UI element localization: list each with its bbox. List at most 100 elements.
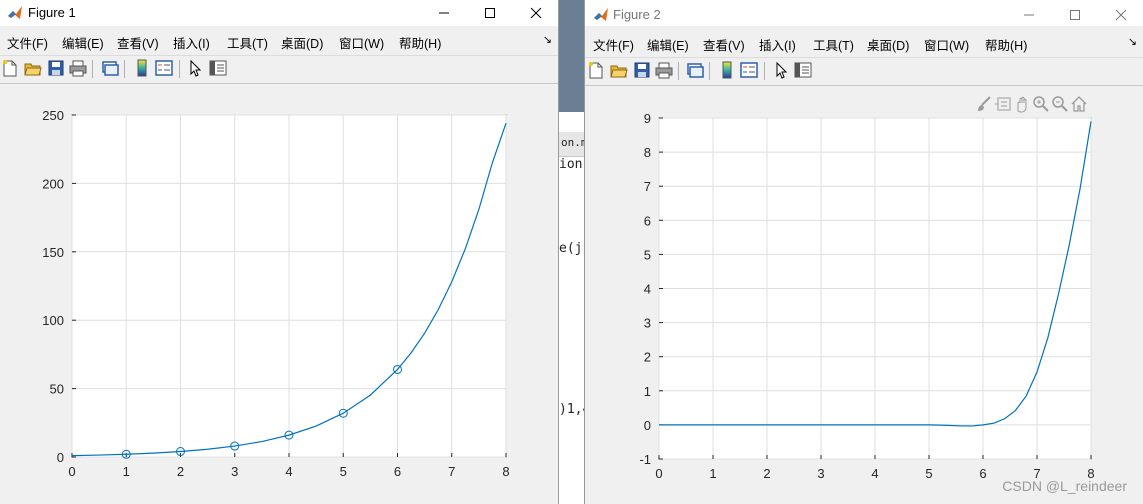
menu-file[interactable]: 文件(F) (593, 35, 634, 54)
matlab-icon (594, 8, 608, 21)
x-tick-label: 6 (979, 466, 986, 481)
editor-header-strip (559, 0, 584, 112)
y-tick-label: 6 (644, 213, 651, 228)
close-icon (530, 7, 542, 19)
x-tick-label: 4 (285, 464, 292, 479)
menu-tools[interactable]: 工具(T) (813, 35, 854, 54)
menu-window[interactable]: 窗口(W) (339, 33, 384, 52)
property-inspector-icon[interactable] (209, 59, 227, 77)
editor-text-fragment: )1,4 (559, 402, 584, 417)
menu-help[interactable]: 帮助(H) (985, 35, 1027, 54)
menu-bar: 文件(F) 编辑(E) 查看(V) 插入(I) 工具(T) 桌面(D) 窗口(W… (0, 30, 558, 52)
close-button[interactable] (1098, 2, 1143, 28)
y-tick-label: 4 (644, 282, 651, 297)
new-figure-icon[interactable] (1, 59, 19, 77)
x-tick-label: 1 (709, 466, 716, 481)
print-icon[interactable] (655, 61, 673, 79)
window-title: Figure 1 (28, 5, 76, 20)
x-tick-label: 0 (68, 464, 75, 479)
menu-dock-arrow-icon[interactable]: ↘ (543, 33, 552, 46)
axes-1[interactable]: 0 1 2 3 4 5 6 7 8 0 50 100 150 200 250 (0, 84, 559, 504)
menu-desktop[interactable]: 桌面(D) (281, 33, 323, 52)
save-icon[interactable] (47, 59, 65, 77)
minimize-icon (439, 12, 449, 14)
window-title: Figure 2 (613, 7, 661, 22)
toolbar-separator (124, 60, 125, 78)
y-tick-label: 0 (57, 450, 64, 465)
menu-window[interactable]: 窗口(W) (924, 35, 969, 54)
y-tick-label: 100 (42, 313, 64, 328)
title-bar[interactable]: Figure 2 (585, 0, 1143, 26)
property-inspector-icon[interactable] (794, 61, 812, 79)
menu-edit[interactable]: 编辑(E) (647, 35, 689, 54)
y-tick-label: -1 (639, 452, 651, 467)
editor-text-fragment: ion.n (559, 157, 584, 172)
y-tick-label: 8 (644, 145, 651, 160)
pointer-icon[interactable] (773, 61, 791, 79)
y-tick-label: 150 (42, 245, 64, 260)
minimize-button[interactable] (1006, 2, 1052, 28)
x-tick-label: 2 (177, 464, 184, 479)
maximize-icon (1070, 10, 1080, 20)
new-figure-icon[interactable] (587, 61, 605, 79)
close-button[interactable] (513, 0, 558, 26)
menu-desktop[interactable]: 桌面(D) (867, 35, 909, 54)
x-tick-label: 3 (817, 466, 824, 481)
x-tick-label: 1 (123, 464, 130, 479)
toolbar-separator (179, 60, 180, 78)
legend-icon[interactable] (155, 59, 173, 77)
link-figure-icon[interactable] (686, 61, 704, 79)
y-tick-label: 3 (644, 316, 651, 331)
y-tick-label: 250 (42, 108, 64, 123)
menu-dock-arrow-icon[interactable]: ↘ (1128, 35, 1137, 48)
x-tick-label: 7 (448, 464, 455, 479)
y-tick-label: 0 (644, 418, 651, 433)
y-tick-label: 5 (644, 247, 651, 262)
menu-insert[interactable]: 插入(I) (173, 33, 210, 52)
pointer-icon[interactable] (187, 59, 205, 77)
editor-text-fragment: e(j- (559, 241, 584, 256)
x-tick-label: 2 (763, 466, 770, 481)
menu-bar: 文件(F) 编辑(E) 查看(V) 插入(I) 工具(T) 桌面(D) 窗口(W… (585, 32, 1143, 54)
x-tick-label: 8 (502, 464, 509, 479)
x-tick-label: 5 (925, 466, 932, 481)
toolbar-separator (678, 62, 679, 80)
y-tick-label: 1 (644, 384, 651, 399)
open-file-icon[interactable] (24, 59, 42, 77)
maximize-icon (485, 8, 495, 18)
toolbar-separator (764, 62, 765, 80)
colorbar-icon[interactable] (718, 61, 736, 79)
figure-1-window: Figure 1 文件(F) 编辑(E) 查看(V) 插入(I) 工具(T) 桌… (0, 0, 559, 504)
menu-view[interactable]: 查看(V) (117, 33, 159, 52)
print-icon[interactable] (69, 59, 87, 77)
minimize-button[interactable] (421, 0, 467, 26)
axes-2[interactable]: 0 1 2 3 4 5 6 7 8-10123456789 (585, 104, 1143, 504)
minimize-icon (1024, 14, 1034, 16)
figure-2-window: Figure 2 文件(F) 编辑(E) 查看(V) 插入(I) 工具(T) 桌… (584, 0, 1143, 504)
y-tick-label: 50 (50, 382, 64, 397)
save-icon[interactable] (633, 61, 651, 79)
menu-tools[interactable]: 工具(T) (227, 33, 268, 52)
x-tick-label: 4 (871, 466, 878, 481)
open-file-icon[interactable] (610, 61, 628, 79)
menu-file[interactable]: 文件(F) (7, 33, 48, 52)
title-bar[interactable]: Figure 1 (0, 0, 558, 26)
x-tick-label: 6 (394, 464, 401, 479)
menu-help[interactable]: 帮助(H) (399, 33, 441, 52)
y-tick-label: 7 (644, 179, 651, 194)
figure-toolbar (0, 55, 558, 84)
y-tick-label: 200 (42, 176, 64, 191)
menu-insert[interactable]: 插入(I) (759, 35, 796, 54)
menu-edit[interactable]: 编辑(E) (62, 33, 104, 52)
link-figure-icon[interactable] (101, 59, 119, 77)
maximize-button[interactable] (467, 0, 513, 26)
colorbar-icon[interactable] (133, 59, 151, 77)
maximize-button[interactable] (1052, 2, 1098, 28)
legend-icon[interactable] (740, 61, 758, 79)
close-icon (1115, 9, 1127, 21)
y-tick-label: 9 (644, 111, 651, 126)
background-editor-window: on.m ion.n e(j- )1,4 (559, 0, 584, 504)
x-tick-label: 3 (231, 464, 238, 479)
toolbar-separator (709, 62, 710, 80)
menu-view[interactable]: 查看(V) (703, 35, 745, 54)
